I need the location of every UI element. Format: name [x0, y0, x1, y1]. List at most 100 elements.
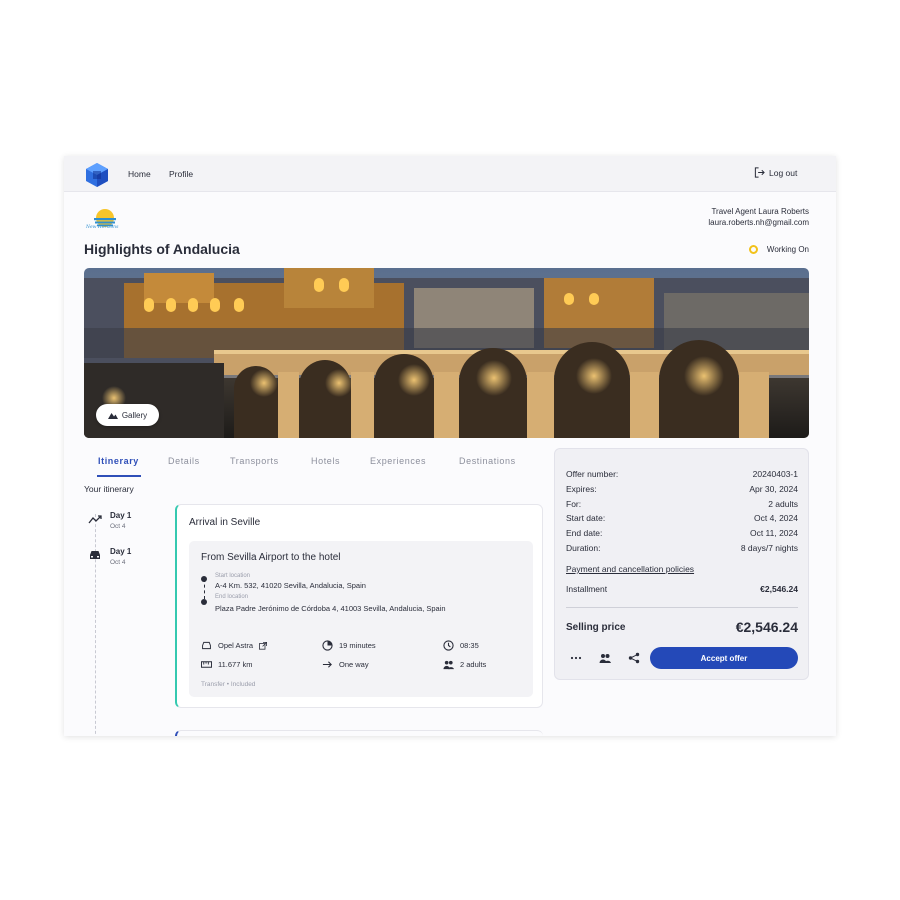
time-detail: 08:35 — [443, 640, 479, 651]
duration-value: 19 minutes — [339, 641, 376, 650]
detail-tabs: Itinerary Details Transports Hotels Expe… — [84, 456, 544, 480]
start-location-value: A-4 Km. 532, 41020 Sevilla, Andalucia, S… — [215, 581, 366, 590]
day-date: Oct 4 — [110, 523, 126, 530]
offer-summary-panel: Offer number: 20240403-1 Expires: Apr 30… — [554, 448, 809, 680]
people-icon — [443, 660, 454, 670]
logout-button[interactable]: Log out — [754, 167, 797, 178]
mountain-icon — [107, 413, 118, 419]
tab-destinations[interactable]: Destinations — [459, 456, 516, 466]
offer-row: Offer number: 20240403-1 — [566, 469, 798, 479]
offer-row-label: For: — [566, 499, 582, 509]
logout-label: Log out — [769, 167, 798, 178]
agent-info: Travel Agent Laura Roberts laura.roberts… — [708, 206, 809, 228]
status-dot-icon — [748, 245, 758, 254]
tab-transports[interactable]: Transports — [230, 456, 279, 466]
offer-row: End date: Oct 11, 2024 — [566, 528, 798, 538]
transfer-card[interactable]: From Sevilla Airport to the hotel Start … — [189, 541, 533, 697]
nav-home-link[interactable]: Home — [128, 169, 151, 179]
time-value: 08:35 — [460, 641, 479, 650]
selling-price-row: Selling price €2,546.24 — [566, 619, 798, 635]
agent-email: laura.roberts.nh@gmail.com — [708, 218, 809, 227]
installment-label: Installment — [566, 584, 608, 594]
tab-experiences[interactable]: Experiences — [370, 456, 426, 466]
selling-price-label: Selling price — [566, 621, 626, 633]
day-label: Day 1 — [110, 511, 132, 520]
external-link-icon[interactable] — [259, 641, 268, 650]
vehicle-detail: Opel Astra — [201, 640, 268, 651]
app-window: Home Profile Log out New Horizons Travel… — [64, 156, 836, 736]
offer-row-label: Start date: — [566, 513, 606, 523]
status-badge: Working On — [748, 245, 809, 254]
card-title: Arrival in Seville — [189, 517, 261, 528]
gallery-label: Gallery — [121, 410, 148, 420]
offer-row-value: 2 adults — [768, 499, 798, 509]
top-navbar: Home Profile Log out — [64, 156, 836, 192]
start-location-label: Start location — [215, 573, 251, 579]
offer-row: Duration: 8 days/7 nights — [566, 543, 798, 553]
offer-divider — [566, 607, 798, 608]
hero-image: Gallery — [84, 268, 809, 438]
tab-itinerary[interactable]: Itinerary — [98, 456, 139, 466]
route-line — [203, 579, 205, 599]
passengers-detail: 2 adults — [443, 659, 486, 670]
share-icon[interactable] — [628, 652, 640, 664]
passengers-value: 2 adults — [460, 660, 487, 669]
end-location-label: End location — [215, 594, 249, 600]
offer-row-value: 20240403-1 — [752, 469, 798, 479]
agent-name: Laura Roberts — [758, 207, 809, 216]
selling-price-value: €2,546.24 — [735, 619, 798, 635]
transfer-title: From Sevilla Airport to the hotel — [201, 552, 341, 563]
logout-icon — [754, 167, 765, 178]
page-title: Highlights of Andalucia — [84, 241, 240, 257]
ruler-icon — [201, 661, 212, 668]
duration-detail: 19 minutes — [322, 640, 376, 651]
offer-row-label: End date: — [566, 528, 603, 538]
agency-logo-icon — [94, 209, 116, 227]
itinerary-heading: Your itinerary — [84, 484, 134, 494]
policies-link[interactable]: Payment and cancellation policies — [566, 564, 694, 574]
transfer-footnote: Transfer • Included — [201, 681, 256, 688]
clock-icon — [443, 640, 454, 651]
offer-row: For: 2 adults — [566, 499, 798, 509]
next-itinerary-card[interactable] — [175, 730, 543, 736]
more-options-icon[interactable] — [570, 652, 582, 664]
agency-name: New Horizons — [86, 225, 119, 230]
nav-profile-link[interactable]: Profile — [169, 169, 193, 179]
end-dot-icon — [201, 599, 207, 605]
offer-row-value: 8 days/7 nights — [740, 543, 798, 553]
day-date: Oct 4 — [110, 559, 126, 566]
timer-icon — [322, 640, 333, 651]
day-label: Day 1 — [110, 547, 132, 556]
app-logo-icon[interactable] — [84, 162, 110, 188]
direction-value: One way — [339, 660, 369, 669]
offer-row: Start date: Oct 4, 2024 — [566, 513, 798, 523]
end-location-value: Plaza Padre Jerónimo de Córdoba 4, 41003… — [215, 604, 446, 613]
distance-value: 11.677 km — [218, 660, 253, 669]
status-label: Working On — [766, 245, 809, 254]
offer-row-label: Offer number: — [566, 469, 619, 479]
tab-details[interactable]: Details — [168, 456, 200, 466]
installment-value: €2,546.24 — [760, 584, 798, 594]
offer-row: Expires: Apr 30, 2024 — [566, 484, 798, 494]
direction-detail: One way — [322, 659, 369, 670]
gallery-button[interactable]: Gallery — [96, 404, 159, 426]
offer-actions: Accept offer — [566, 647, 798, 669]
active-tab-indicator — [97, 475, 141, 477]
timeline-line — [95, 514, 96, 736]
vehicle-value: Opel Astra — [218, 641, 254, 650]
installment-row: Installment €2,546.24 — [566, 584, 798, 594]
offer-row-value: Oct 11, 2024 — [749, 528, 798, 538]
hero-photo — [84, 268, 809, 438]
agent-label: Travel Agent — [711, 207, 757, 216]
car-icon — [90, 551, 100, 559]
offer-row-value: Apr 30, 2024 — [749, 484, 798, 494]
itinerary-day-card[interactable]: Arrival in Seville From Sevilla Airport … — [175, 504, 543, 708]
offer-row-value: Oct 4, 2024 — [754, 513, 798, 523]
people-icon[interactable] — [599, 652, 611, 664]
offer-row-label: Expires: — [566, 484, 597, 494]
offer-row-label: Duration: — [566, 543, 601, 553]
trend-icon — [88, 515, 102, 524]
car-icon — [202, 641, 211, 650]
accept-offer-button[interactable]: Accept offer — [650, 647, 798, 669]
tab-hotels[interactable]: Hotels — [311, 456, 340, 466]
